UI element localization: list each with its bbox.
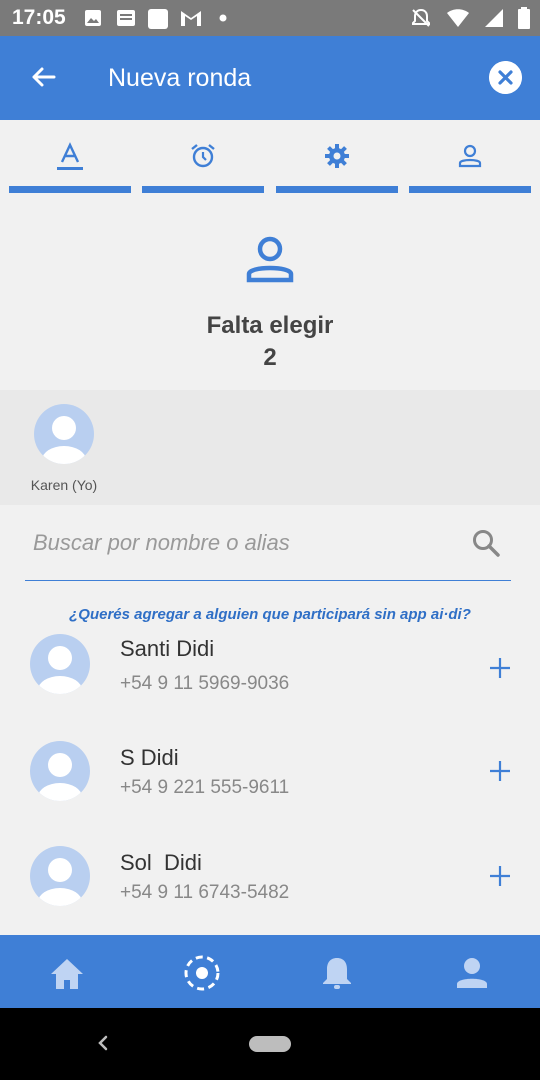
page-title: Nueva ronda bbox=[108, 64, 252, 92]
contacts-list: Santi Didi +54 9 11 5969-9036 S Didi +54… bbox=[0, 630, 540, 935]
person-outline-icon bbox=[246, 236, 294, 283]
dot-icon bbox=[219, 14, 227, 22]
signal-icon bbox=[485, 9, 503, 27]
missing-label: Falta elegir bbox=[206, 312, 334, 339]
tab-participants[interactable] bbox=[409, 120, 532, 196]
selected-participant[interactable]: Karen (Yo) bbox=[28, 404, 100, 493]
home-icon[interactable] bbox=[47, 953, 87, 993]
contact-name: Santi Didi bbox=[120, 636, 215, 661]
tab-schedule[interactable] bbox=[142, 120, 265, 196]
avatar bbox=[30, 846, 90, 906]
tab-underline bbox=[409, 186, 532, 193]
search-icon[interactable] bbox=[471, 528, 501, 558]
missing-count: 2 bbox=[263, 344, 277, 371]
alarm-icon bbox=[191, 144, 215, 168]
avatar bbox=[30, 741, 90, 801]
contact-phone: +54 9 221 555-9611 bbox=[120, 777, 290, 798]
missing-participants-header: Falta elegir 2 bbox=[0, 200, 540, 390]
search-field bbox=[25, 515, 511, 581]
tab-underline bbox=[275, 186, 398, 193]
gear-icon bbox=[324, 144, 349, 168]
status-bar: 17:05 bbox=[0, 0, 540, 36]
wifi-icon bbox=[447, 9, 469, 27]
search-input[interactable] bbox=[33, 525, 453, 561]
gmail-icon bbox=[181, 11, 201, 26]
person-icon bbox=[459, 144, 482, 168]
add-icon[interactable] bbox=[488, 759, 512, 783]
tab-name[interactable] bbox=[8, 120, 131, 196]
tab-settings[interactable] bbox=[275, 120, 398, 196]
contact-row[interactable]: Sol Didi +54 9 11 6743-5482 bbox=[0, 846, 540, 935]
tab-bar bbox=[0, 120, 540, 196]
contact-phone: +54 9 11 6743-5482 bbox=[120, 882, 290, 903]
close-icon[interactable] bbox=[489, 61, 522, 94]
avatar bbox=[30, 634, 90, 694]
status-time: 17:05 bbox=[12, 6, 66, 29]
tab-underline bbox=[8, 186, 131, 193]
system-navigation-bar bbox=[0, 1008, 540, 1080]
avatar bbox=[34, 404, 94, 464]
text-icon bbox=[56, 142, 83, 170]
bell-icon[interactable] bbox=[317, 953, 357, 993]
image-icon bbox=[85, 10, 101, 26]
contact-phone: +54 9 11 5969-9036 bbox=[120, 673, 290, 694]
add-icon[interactable] bbox=[488, 864, 512, 888]
selected-participants: Karen (Yo) bbox=[0, 390, 540, 505]
message-icon bbox=[117, 10, 135, 26]
bell-off-icon bbox=[412, 8, 430, 27]
target-icon[interactable] bbox=[182, 953, 222, 993]
contact-row[interactable]: Santi Didi +54 9 11 5969-9036 bbox=[0, 634, 540, 745]
square-icon bbox=[148, 9, 168, 29]
profile-icon[interactable] bbox=[452, 953, 492, 993]
system-home-button[interactable] bbox=[249, 1036, 291, 1052]
contact-row[interactable]: S Didi +54 9 221 555-9611 bbox=[0, 741, 540, 841]
contact-name: Sol Didi bbox=[120, 850, 202, 875]
participant-label: Karen (Yo) bbox=[30, 477, 98, 493]
invite-without-app-link[interactable]: ¿Querés agregar a alguien que participar… bbox=[0, 606, 540, 623]
back-arrow-icon[interactable] bbox=[26, 62, 58, 94]
app-bar: Nueva ronda bbox=[0, 36, 540, 120]
system-back-icon[interactable] bbox=[96, 1032, 110, 1054]
contact-name: S Didi bbox=[120, 745, 179, 770]
add-icon[interactable] bbox=[488, 656, 512, 680]
tab-underline bbox=[142, 186, 265, 193]
bottom-navigation bbox=[0, 935, 540, 1008]
battery-icon bbox=[518, 7, 530, 29]
